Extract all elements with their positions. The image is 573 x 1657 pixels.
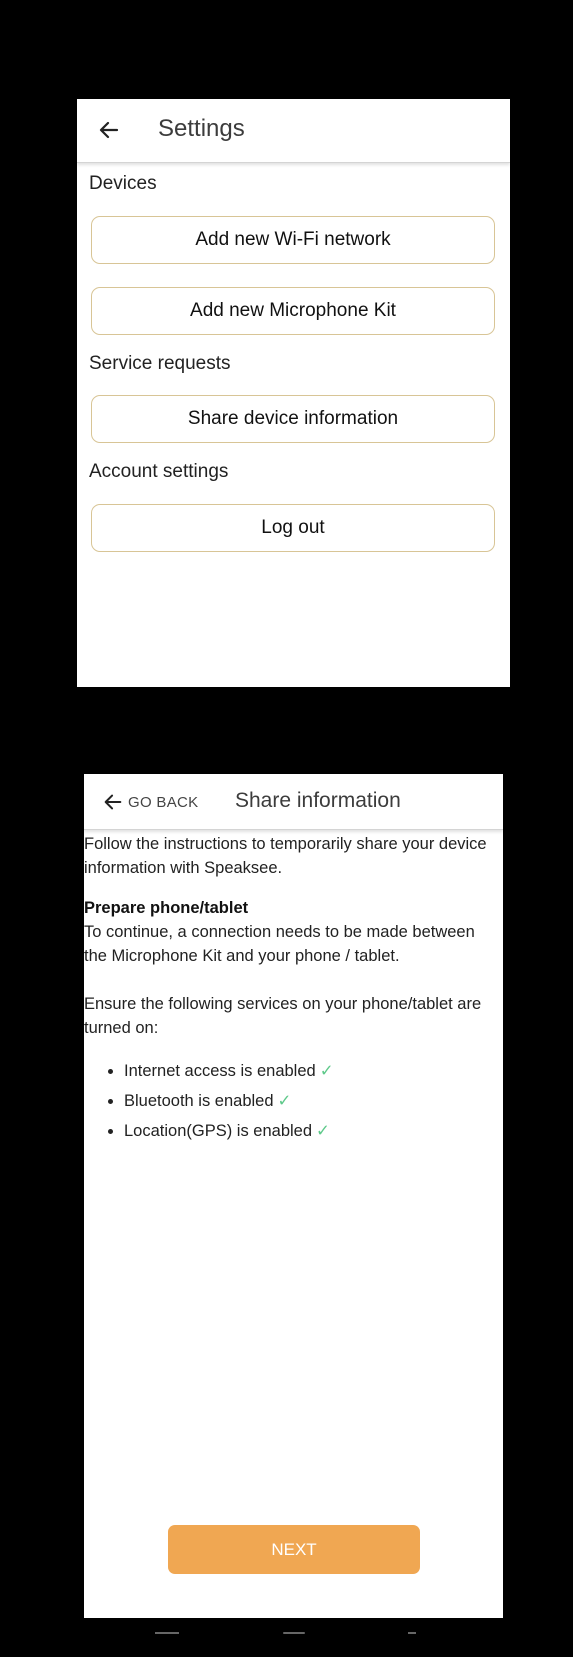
check-icon: ✓	[316, 1122, 330, 1140]
add-wifi-network-button[interactable]: Add new Wi-Fi network	[91, 216, 495, 264]
back-arrow-icon[interactable]	[97, 118, 121, 142]
share-information-screen: GO BACK Share information Follow the ins…	[84, 774, 503, 1618]
list-item: Bluetooth is enabled✓	[124, 1086, 496, 1116]
share-app-bar: GO BACK Share information	[84, 774, 503, 830]
check-icon: ✓	[319, 1062, 334, 1080]
system-navigation-bar	[0, 1632, 573, 1657]
settings-screen: Settings Devices Add new Wi-Fi network A…	[77, 99, 510, 687]
back-icon[interactable]	[408, 1632, 416, 1634]
list-item: Internet access is enabled✓	[124, 1056, 496, 1086]
section-label-service-requests: Service requests	[89, 353, 231, 374]
back-arrow-icon	[104, 794, 122, 810]
page-title: Share information	[235, 789, 401, 812]
share-device-information-button[interactable]: Share device information	[91, 395, 495, 443]
home-icon[interactable]	[283, 1632, 305, 1634]
list-item: Location(GPS) is enabled✓	[124, 1116, 496, 1146]
service-label: Location(GPS) is enabled	[124, 1122, 313, 1140]
section-label-account-settings: Account settings	[89, 461, 229, 482]
section-label-devices: Devices	[89, 173, 157, 194]
services-list: Internet access is enabled✓ Bluetooth is…	[84, 1056, 496, 1146]
settings-app-bar: Settings	[77, 99, 510, 163]
page-title: Settings	[158, 115, 245, 142]
recent-apps-icon[interactable]	[155, 1632, 179, 1634]
log-out-button[interactable]: Log out	[91, 504, 495, 552]
go-back-button[interactable]: GO BACK	[102, 791, 198, 813]
ensure-text: Ensure the following services on your ph…	[84, 995, 482, 1037]
check-icon: ✓	[277, 1092, 292, 1110]
prepare-text: To continue, a connection needs to be ma…	[84, 923, 475, 965]
service-label: Bluetooth is enabled	[124, 1092, 274, 1110]
intro-text: Follow the instructions to temporarily s…	[84, 835, 487, 877]
go-back-label: GO BACK	[128, 793, 199, 811]
next-button[interactable]: NEXT	[168, 1525, 420, 1574]
prepare-heading: Prepare phone/tablet	[84, 899, 249, 917]
instructions-content: Follow the instructions to temporarily s…	[84, 832, 496, 1146]
service-label: Internet access is enabled	[124, 1062, 316, 1080]
add-microphone-kit-button[interactable]: Add new Microphone Kit	[91, 287, 495, 335]
